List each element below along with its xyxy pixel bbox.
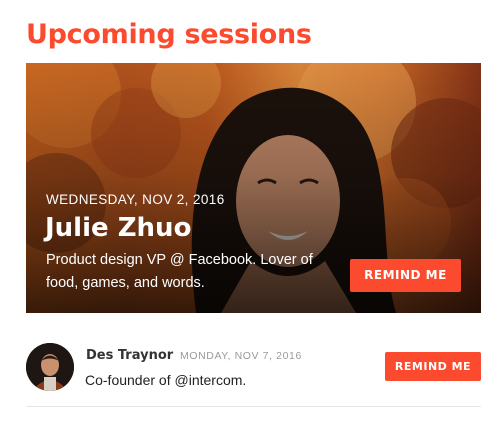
session-speaker-bio: Co-founder of @intercom. xyxy=(85,372,247,388)
speaker-avatar-image xyxy=(26,343,74,391)
remind-me-button[interactable]: Remind me xyxy=(385,352,481,381)
speaker-bio: Product design VP @ Facebook. Lover of f… xyxy=(46,252,313,291)
section-heading: Upcoming sessions xyxy=(26,19,312,50)
session-date: Monday, Nov 7, 2016 xyxy=(180,350,302,362)
avatar xyxy=(26,343,74,391)
list-divider xyxy=(26,406,481,407)
speaker-name: Julie Zhuo xyxy=(45,213,192,243)
remind-me-button[interactable]: Remind me xyxy=(350,259,461,292)
featured-session-card: Wednesday, Nov 2, 2016 Julie Zhuo Produc… xyxy=(26,63,481,313)
session-date: Wednesday, Nov 2, 2016 xyxy=(46,192,225,207)
session-speaker-name: Des Traynor xyxy=(86,348,174,363)
